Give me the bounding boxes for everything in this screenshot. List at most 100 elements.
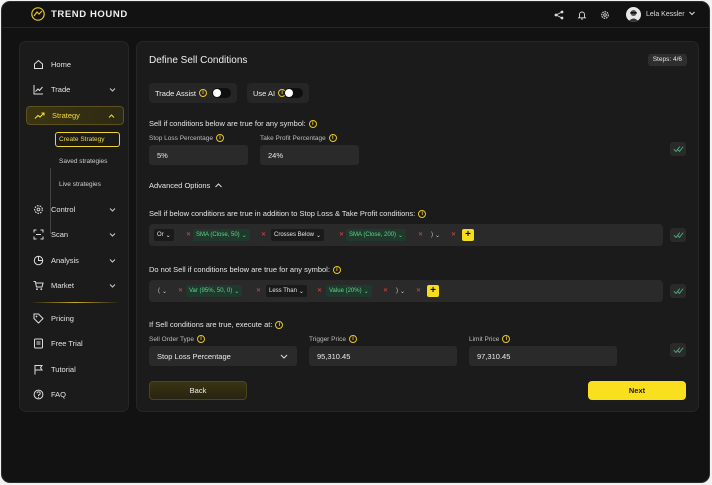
info-icon[interactable]: i [308,119,317,128]
hound-logo-icon [31,7,45,21]
indicator-chip-sma-200[interactable]: SMA (Close, 200) ⌄ [346,229,407,241]
indicator-chip-sma-50[interactable]: SMA (Close, 50) ⌄ [193,229,250,241]
sell-order-type-select[interactable]: Stop Loss Percentage [149,346,297,366]
remove-x-icon[interactable]: ✕ [178,288,183,294]
section-heading-text: Sell if below conditions are true in add… [149,209,416,218]
info-icon[interactable]: i [328,134,337,142]
sidebar-subitem-live-strategies[interactable]: Live strategies [55,177,101,192]
trade-assist-toggle-group: Trade Assist i [149,83,237,103]
remove-x-icon[interactable]: ✕ [261,232,266,238]
sidebar-item-free-trial[interactable]: Free Trial [26,334,124,353]
chip-label: Crosses Below [274,232,315,238]
sidebar-item-label: Market [51,281,74,290]
logic-operator-select[interactable]: Or ⌄ [154,229,174,241]
do-not-sell-condition-builder: (⌄ ✕ Var (95%, 50, 0) ⌄ ✕ Less Than ⌄ ✕ Va… [149,280,663,302]
remove-x-icon[interactable]: ✕ [186,232,191,238]
sidebar-item-label: Control [51,205,76,214]
sidebar-item-analysis[interactable]: Analysis [26,251,124,270]
info-icon[interactable]: i [215,134,224,142]
use-ai-switch[interactable] [284,88,303,98]
confirm-check-icon[interactable] [670,343,686,357]
limit-price-label-text: Limit Price [469,335,500,343]
remove-x-icon[interactable]: ✕ [418,232,423,238]
back-button[interactable]: Back [149,381,247,400]
sidebar-item-tutorial[interactable]: Tutorial [26,360,124,379]
remove-x-icon[interactable]: ✕ [416,288,421,294]
info-icon[interactable]: i [199,89,207,97]
sidebar-divider [30,302,120,303]
advanced-options-toggle[interactable]: Advanced Options [149,181,223,190]
flag-icon [33,364,44,375]
value-chip[interactable]: Value (20%) ⌄ [326,285,372,297]
section-heading-execute-at: If Sell conditions are true, execute at:… [149,320,284,329]
section-heading-do-not-sell: Do not Sell if conditions below are true… [149,265,341,274]
remove-x-icon[interactable]: ✕ [451,232,456,238]
remove-x-icon[interactable]: ✕ [256,288,261,294]
sidebar-item-trade[interactable]: Trade [26,80,124,99]
top-bar: TREND HOUND Lela Kessler [2,2,709,28]
chip-label: SMA (Close, 200) [349,232,397,238]
info-icon[interactable]: i [275,320,284,329]
section-heading-text: If Sell conditions are true, execute at: [149,320,273,329]
open-paren-select[interactable]: (⌄ [155,285,170,297]
sidebar-subitem-saved-strategies[interactable]: Saved strategies [55,154,107,169]
close-paren-select[interactable]: ) ⌄ [393,285,408,297]
sidebar-item-control[interactable]: Control [26,200,124,219]
confirm-check-icon[interactable] [670,228,686,242]
sidebar-item-scan[interactable]: Scan [26,225,124,244]
logo[interactable]: TREND HOUND [30,7,128,21]
chip-label: ( [158,288,160,294]
next-button[interactable]: Next [588,381,686,400]
gear-icon[interactable] [598,8,612,22]
chip-label: Value (20%) [329,288,362,294]
limit-price-input[interactable]: 97,310.45 [469,346,617,366]
bell-icon[interactable] [575,8,589,22]
comparator-select[interactable]: Less Than ⌄ [266,285,307,297]
stop-loss-input[interactable]: 5% [149,145,248,165]
sidebar-item-strategy[interactable]: Strategy [26,106,124,125]
chip-label: SMA (Close, 50) [196,232,240,238]
chevron-down-icon[interactable] [688,9,696,19]
steps-badge: Steps: 4/6 [647,54,687,66]
add-condition-plus-icon[interactable]: + [462,229,474,241]
user-name[interactable]: Lela Kessler [646,11,685,18]
avatar[interactable] [626,7,641,22]
info-icon[interactable]: i [332,265,341,274]
remove-x-icon[interactable]: ✕ [383,288,388,294]
sidebar-item-label: Tutorial [51,365,76,374]
help-icon [33,389,44,400]
take-profit-input[interactable]: 24% [260,145,359,165]
home-icon [33,59,44,70]
chevron-up-icon [215,183,223,188]
confirm-check-icon[interactable] [670,284,686,298]
info-icon[interactable]: i [348,335,357,343]
sidebar-item-home[interactable]: Home [26,55,124,74]
chip-label: Less Than [269,288,297,294]
info-icon[interactable]: i [418,209,427,218]
trigger-price-input[interactable]: 95,310.45 [309,346,457,366]
sidebar-item-label: FAQ [51,390,67,399]
chevron-down-icon [109,86,116,95]
sidebar: Home Trade Strategy Create Strategy Save… [19,41,129,412]
remove-x-icon[interactable]: ✕ [339,232,344,238]
share-icon[interactable] [552,8,566,22]
chevron-down-icon: ⌄ [241,232,247,239]
trade-assist-switch[interactable] [212,88,231,98]
sidebar-item-pricing[interactable]: Pricing [26,309,124,328]
add-condition-plus-icon[interactable]: + [427,285,439,297]
confirm-check-icon[interactable] [670,142,686,156]
sidebar-item-label: Trade [51,85,71,94]
sidebar-item-market[interactable]: Market [26,276,124,295]
close-paren-select[interactable]: ) ⌄ [428,229,443,241]
comparator-select[interactable]: Crosses Below ⌄ [271,229,325,241]
chevron-down-icon [109,206,116,215]
sidebar-subitem-create-strategy[interactable]: Create Strategy [55,132,120,147]
sidebar-item-faq[interactable]: FAQ [26,385,124,404]
sidebar-item-label: Home [51,60,72,69]
remove-x-icon[interactable]: ✕ [317,288,322,294]
section-heading-text: Do not Sell if conditions below are true… [149,265,330,274]
info-icon[interactable]: i [197,335,206,343]
info-icon[interactable]: i [502,335,511,343]
indicator-chip-var[interactable]: Var (95%, 50, 0) ⌄ [186,285,243,297]
trigger-price-label: Trigger Price i [309,335,357,343]
